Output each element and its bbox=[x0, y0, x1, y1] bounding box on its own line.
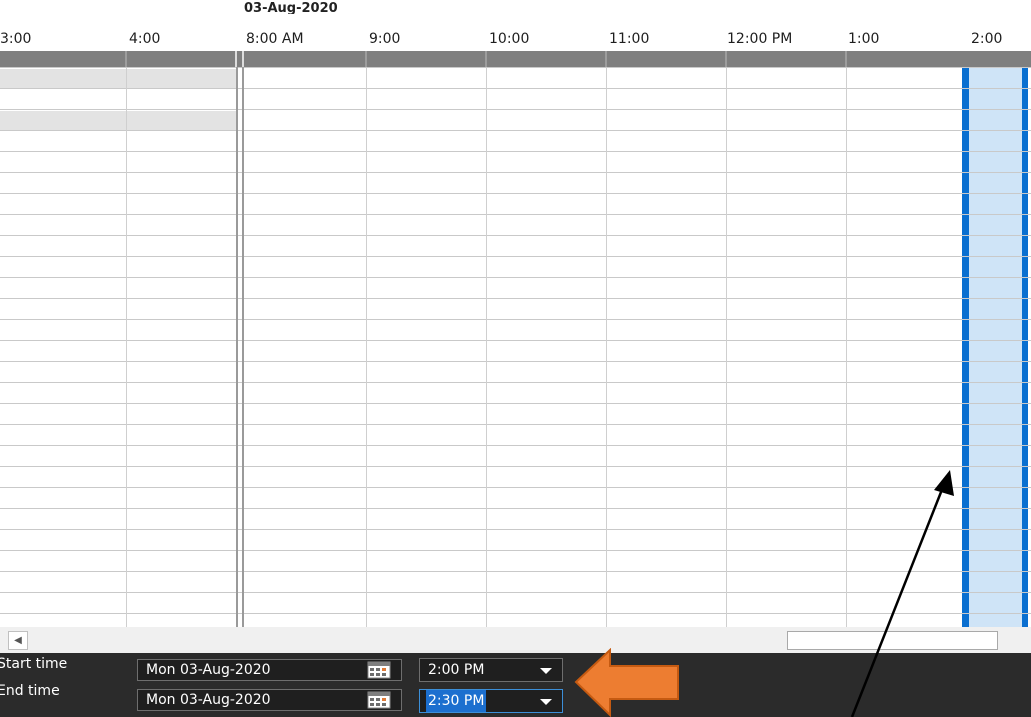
time-label-12pm: 12:00 PM bbox=[727, 31, 793, 47]
schedule-date-label: 03-Aug-2020 bbox=[244, 1, 338, 14]
chevron-down-icon[interactable] bbox=[540, 668, 552, 674]
time-label-10: 10:00 bbox=[489, 31, 530, 47]
time-label-1: 1:00 bbox=[848, 31, 880, 47]
time-label-2: 2:00 bbox=[971, 31, 1003, 47]
time-label-4: 4:00 bbox=[129, 31, 161, 47]
time-label-8am: 8:00 AM bbox=[246, 31, 304, 47]
calendar-icon[interactable] bbox=[367, 661, 391, 679]
header-ticks bbox=[125, 51, 847, 67]
time-label-3: 3:00 bbox=[0, 31, 32, 47]
end-date-value: Mon 03-Aug-2020 bbox=[146, 692, 271, 708]
busy-block-1 bbox=[0, 69, 236, 88]
time-label-9: 9:00 bbox=[369, 31, 401, 47]
end-date-field[interactable]: Mon 03-Aug-2020 bbox=[137, 689, 402, 711]
start-date-value: Mon 03-Aug-2020 bbox=[146, 662, 271, 678]
start-time-value: 2:00 PM bbox=[428, 662, 485, 678]
annotation-orange-arrow-icon bbox=[574, 648, 679, 717]
end-time-dropdown[interactable]: 2:30 PM bbox=[419, 689, 563, 713]
start-time-dropdown[interactable]: 2:00 PM bbox=[419, 658, 563, 682]
annotation-black-arrow-icon bbox=[850, 470, 954, 717]
chevron-down-icon[interactable] bbox=[540, 699, 552, 705]
end-time-value: 2:30 PM bbox=[426, 690, 487, 712]
timeline-header-bar bbox=[0, 51, 1031, 67]
start-date-field[interactable]: Mon 03-Aug-2020 bbox=[137, 659, 402, 681]
start-time-label: Start time bbox=[0, 656, 68, 672]
busy-block-2 bbox=[0, 111, 236, 130]
scroll-left-arrow-icon[interactable]: ◀ bbox=[8, 631, 28, 650]
calendar-icon[interactable] bbox=[367, 691, 391, 709]
time-label-11: 11:00 bbox=[609, 31, 650, 47]
end-time-label: End time bbox=[0, 683, 60, 699]
